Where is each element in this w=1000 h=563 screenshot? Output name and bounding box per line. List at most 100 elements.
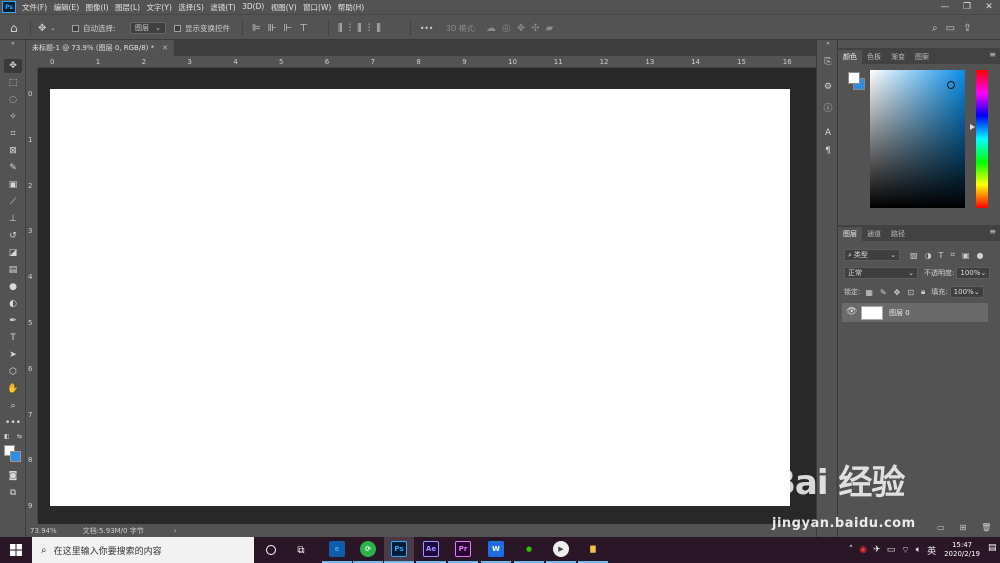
character-panel-icon[interactable]: A (821, 126, 835, 140)
menu-type[interactable]: 文字(Y) (146, 2, 171, 13)
hue-slider[interactable] (976, 70, 988, 208)
taskbar-search-input[interactable]: ⌕ 在这里输入你要搜索的内容 (32, 537, 254, 563)
layer-row[interactable]: 👁︎ 图层 0 (842, 303, 988, 322)
hue-slider-marker-icon[interactable] (970, 124, 975, 130)
lock-artboard-icon[interactable]: ⊡ (907, 288, 914, 297)
layers-panel-menu-icon[interactable]: ≡ (989, 227, 996, 236)
color-swap-icons[interactable]: ◧ ⇆ (4, 432, 22, 440)
workspace-icon[interactable]: ▭ (946, 23, 963, 34)
tab-gradients[interactable]: 渐变 (886, 50, 910, 64)
battery-icon[interactable]: ▭ (887, 545, 896, 555)
filter-adjustment-icon[interactable]: ◑ (925, 251, 932, 260)
screen-mode-icon[interactable]: ⧉ (4, 486, 22, 500)
toolbar-collapse-icon[interactable]: » (4, 40, 22, 47)
share-icon[interactable]: ⇪ (963, 23, 979, 34)
slide-3d-icon[interactable]: ✣ (531, 23, 545, 34)
menu-layer[interactable]: 图层(L) (115, 2, 140, 13)
menu-window[interactable]: 窗口(W) (303, 2, 331, 13)
fill-input[interactable]: 100% ⌄ (949, 286, 984, 298)
taskbar-app-premiere[interactable]: Pr (448, 537, 478, 563)
quick-mask-icon[interactable]: ◙ (4, 469, 22, 483)
close-icon[interactable]: ✕ (978, 0, 1000, 14)
blur-tool-icon[interactable]: ● (4, 280, 22, 294)
distribute-buttons[interactable]: ⫼ ⫶ ⫼ ⫶ ⫼ (338, 21, 387, 35)
show-hidden-icons-icon[interactable]: ˄ (849, 545, 854, 555)
move-tool-preset-icon[interactable]: ✥ ⌄ (38, 21, 55, 35)
tab-color[interactable]: 颜色 (838, 50, 862, 64)
color-picker-cursor[interactable] (947, 81, 955, 89)
document-tab[interactable]: 未标题-1 @ 73.9% (图层 0, RGB/8) * ✕ (26, 40, 174, 56)
marquee-tool-icon[interactable]: ⬚ (4, 76, 22, 90)
tab-layers[interactable]: 图层 (838, 227, 862, 241)
mode-3d-buttons[interactable]: ☁ ◎ ✥ ✣ ▰ (486, 21, 559, 35)
scale-3d-icon[interactable]: ▰ (546, 23, 560, 34)
path-selection-tool-icon[interactable]: ➤ (4, 348, 22, 362)
taskbar-app-player[interactable]: ▶ (546, 537, 576, 563)
panel-foreground-color-swatch[interactable] (848, 72, 860, 84)
task-view-icon[interactable]: ⧉ (286, 537, 316, 563)
strip-collapse-icon[interactable]: « (821, 40, 835, 47)
more-options-button[interactable]: ••• (420, 21, 433, 35)
distribute-4-icon[interactable]: ⫶ (368, 23, 377, 34)
clock[interactable]: 15:47 2020/2/19 (944, 541, 980, 559)
cortana-icon[interactable] (256, 537, 286, 563)
taskbar-app-edge[interactable]: e (322, 537, 352, 563)
brush-tool-icon[interactable]: ⟋ (4, 195, 22, 209)
zoom-level[interactable]: 73.94% (30, 527, 57, 535)
history-panel-icon[interactable]: ⎘ (821, 55, 835, 69)
notifications-icon[interactable]: ▤ (988, 543, 998, 557)
clone-stamp-tool-icon[interactable]: ⊥ (4, 212, 22, 226)
menu-select[interactable]: 选择(S) (178, 2, 204, 13)
blend-mode-dropdown[interactable]: 正常 ⌄ (844, 267, 918, 279)
filter-smart-object-icon[interactable]: ▣ (962, 251, 970, 260)
edit-toolbar-icon[interactable]: ••• (4, 416, 22, 430)
volume-icon[interactable]: 🔈︎ (916, 545, 921, 555)
properties-panel-icon[interactable]: ⚙ (821, 80, 835, 94)
filter-shape-icon[interactable]: ⌗ (950, 250, 955, 260)
app-tray-icon[interactable]: ✈ (873, 545, 881, 555)
pen-tool-icon[interactable]: ✒ (4, 314, 22, 328)
auto-select-checkbox[interactable]: 自动选择: (72, 21, 116, 35)
distribute-3-icon[interactable]: ⫼ (357, 23, 368, 34)
filter-toggle-icon[interactable]: ● (977, 251, 984, 260)
pan-3d-icon[interactable]: ✥ (517, 23, 531, 34)
align-right-icon[interactable]: ⊩ (283, 23, 299, 34)
healing-brush-tool-icon[interactable]: ▣ (4, 178, 22, 192)
filter-type-icon[interactable]: T (939, 251, 944, 260)
distribute-1-icon[interactable]: ⫼ (338, 23, 349, 34)
color-panel-menu-icon[interactable]: ≡ (989, 50, 996, 59)
taskbar-app-wechat[interactable]: ● (514, 537, 544, 563)
vertical-ruler[interactable]: 0 1 2 3 4 5 6 7 8 9 (26, 68, 38, 524)
close-tab-icon[interactable]: ✕ (162, 44, 168, 52)
align-top-icon[interactable]: ⊤ (299, 23, 315, 34)
horizontal-ruler[interactable]: 0 1 2 3 4 5 6 7 8 9 10 11 12 13 14 15 16 (38, 56, 816, 68)
menu-image[interactable]: 图像(I) (86, 2, 109, 13)
crop-tool-icon[interactable]: ⌗ (4, 127, 22, 141)
hand-tool-icon[interactable]: ✋ (4, 382, 22, 396)
menu-view[interactable]: 视图(V) (271, 2, 297, 13)
distribute-2-icon[interactable]: ⫶ (349, 23, 358, 34)
home-icon[interactable]: ⌂ (10, 21, 18, 35)
visibility-eye-icon[interactable]: 👁︎ (846, 307, 857, 317)
network-icon[interactable]: ⌔ (901, 545, 909, 556)
antivirus-icon[interactable]: ◉ (859, 545, 867, 555)
gradient-tool-icon[interactable]: ▤ (4, 263, 22, 277)
tab-patterns[interactable]: 图案 (910, 50, 934, 64)
distribute-5-icon[interactable]: ⫼ (376, 23, 387, 34)
minimize-icon[interactable]: — (934, 0, 956, 14)
lock-all-icon[interactable]: 🔒︎ (921, 287, 925, 297)
zoom-tool-icon[interactable]: ⌕ (4, 399, 22, 413)
dodge-tool-icon[interactable]: ◐ (4, 297, 22, 311)
lock-pixels-icon[interactable]: ✎ (880, 288, 887, 297)
info-panel-icon[interactable]: ⓘ (821, 100, 835, 114)
tab-swatches[interactable]: 色板 (862, 50, 886, 64)
ime-indicator[interactable]: 英 (927, 544, 936, 557)
lasso-tool-icon[interactable]: ◌ (4, 93, 22, 107)
shape-tool-icon[interactable]: ⬡ (4, 365, 22, 379)
show-transform-checkbox[interactable]: 显示变换控件 (174, 21, 230, 35)
taskbar-app-explorer[interactable]: ▇ (578, 537, 608, 563)
taskbar-app-photoshop[interactable]: Ps (384, 537, 414, 563)
menu-file[interactable]: 文件(F) (22, 2, 47, 13)
eraser-tool-icon[interactable]: ◪ (4, 246, 22, 260)
magic-wand-tool-icon[interactable]: ✧ (4, 110, 22, 124)
